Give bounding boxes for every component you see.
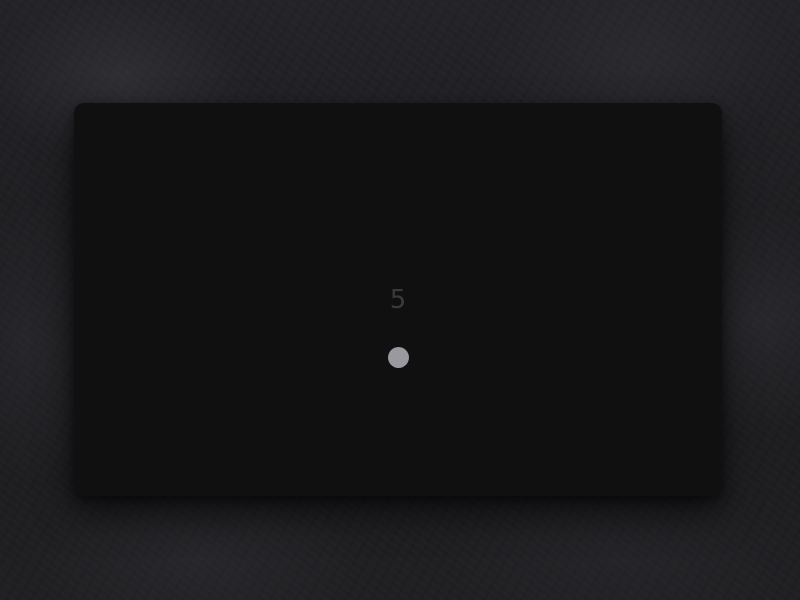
app-window: 5	[74, 103, 722, 496]
circle-button-icon[interactable]	[388, 347, 409, 368]
counter-value: 5	[389, 285, 407, 315]
